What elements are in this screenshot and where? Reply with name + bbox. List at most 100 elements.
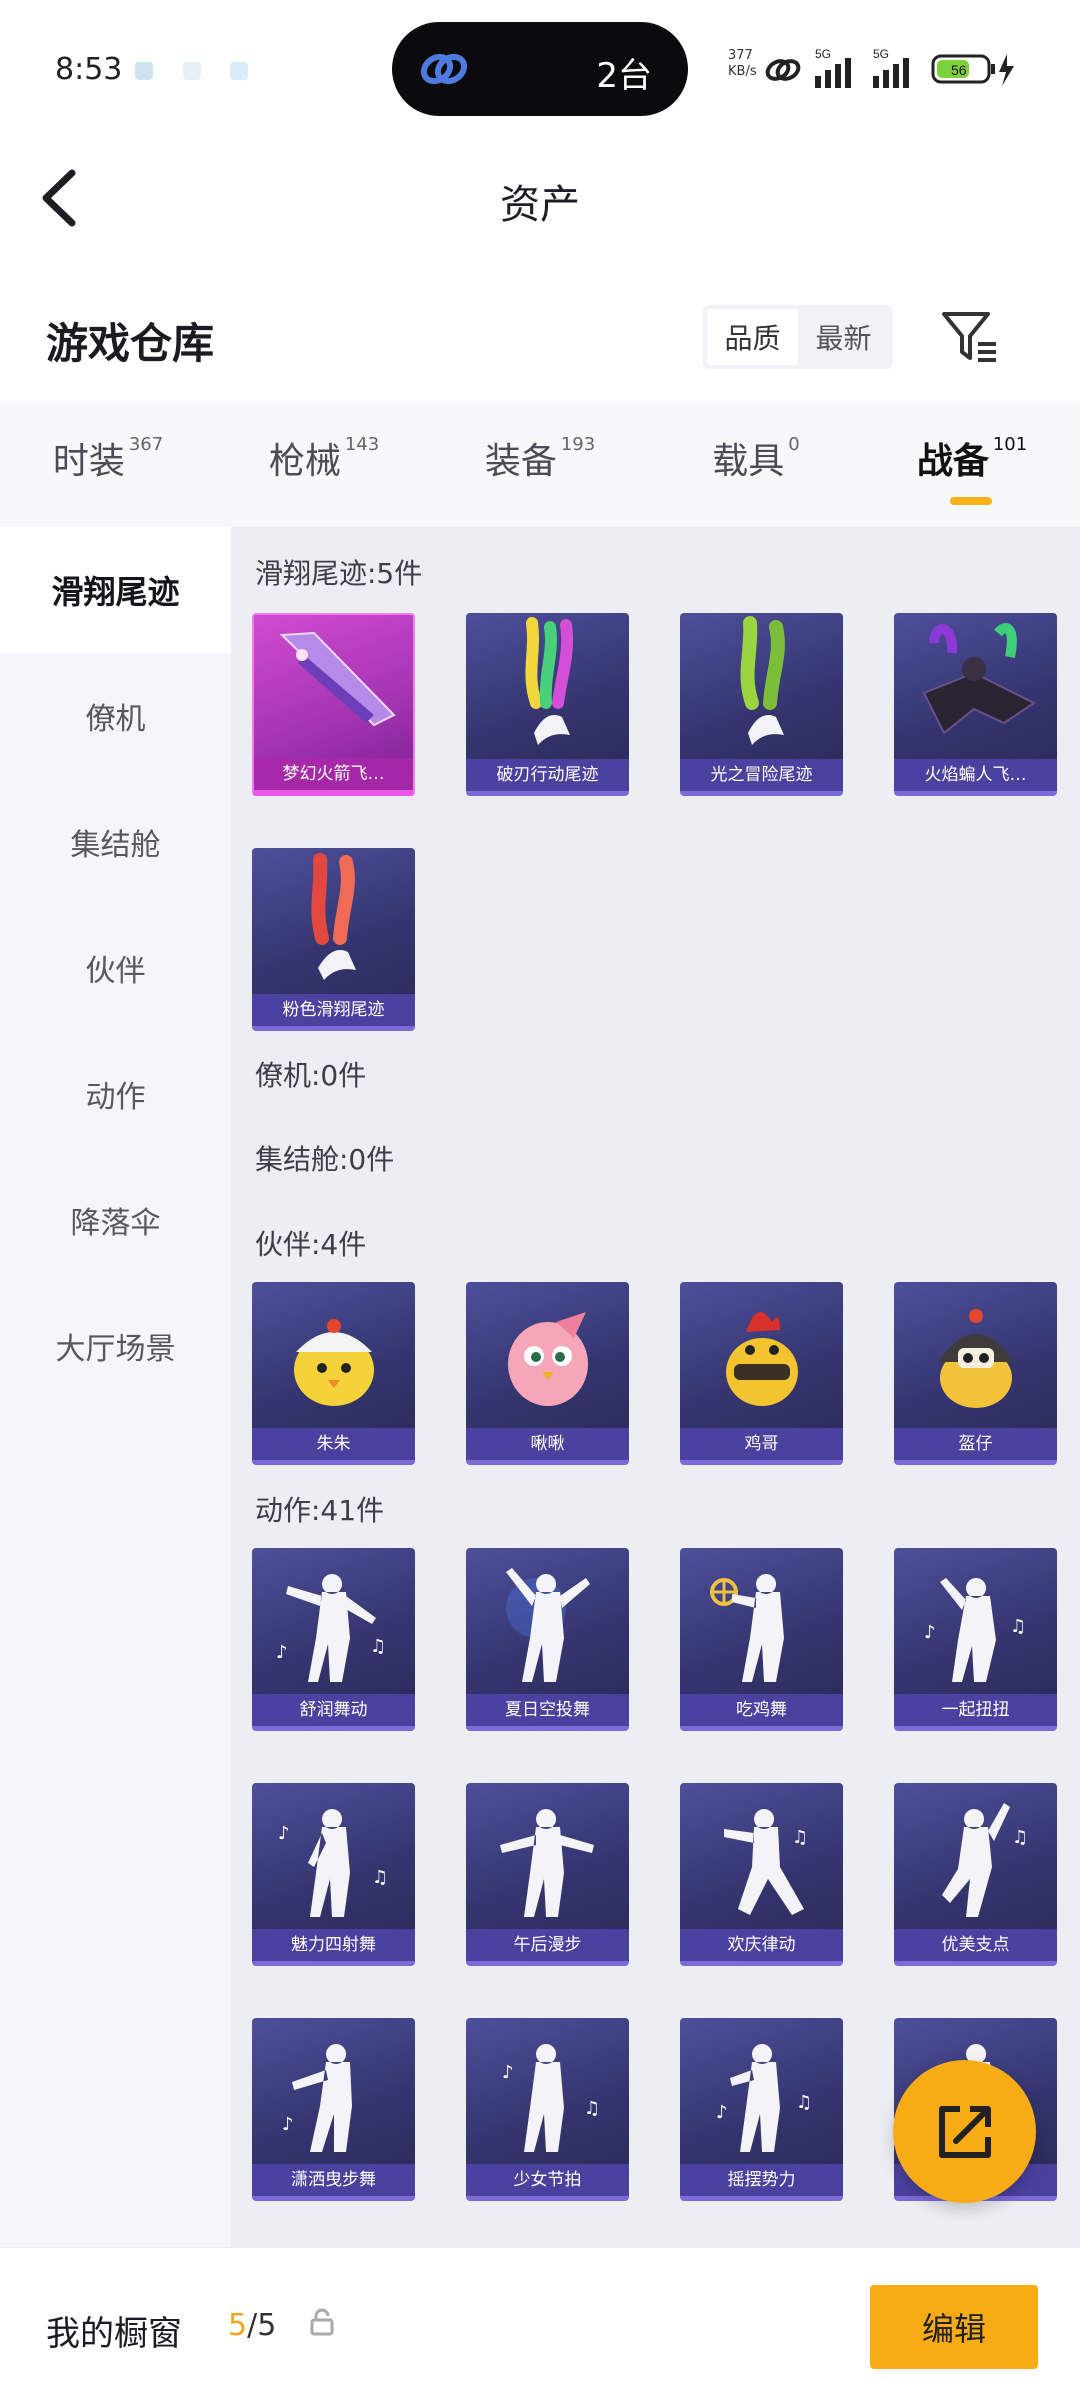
showcase-count-current: 5 xyxy=(228,2308,248,2343)
notification-icon xyxy=(230,62,248,80)
link-icon xyxy=(765,59,801,81)
dancer-icon: ♫ xyxy=(942,1803,1028,1917)
tab-equipment[interactable]: 装备 193 xyxy=(432,402,648,527)
bat-glider-icon xyxy=(922,623,1036,735)
sidebar: 滑翔尾迹 僚机 集结舱 伙伴 动作 降落伞 大厅场景 xyxy=(0,527,231,2247)
tab-fashion[interactable]: 时装 367 xyxy=(0,402,216,527)
sort-quality-button[interactable]: 品质 xyxy=(707,309,798,365)
item-caption: 啾啾 xyxy=(466,1428,629,1460)
dancer-icon xyxy=(710,1574,784,1682)
item-card[interactable]: 光之冒险尾迹 xyxy=(680,613,843,796)
group-title: 动作:41件 xyxy=(255,1494,385,1527)
item-caption: 午后漫步 xyxy=(466,1929,629,1961)
status-bar: 8:53 2台 377 KB/s 5G 5G 56 xyxy=(0,0,1080,135)
item-card[interactable]: ♫ 优美支点 xyxy=(894,1783,1057,1966)
item-card[interactable]: ♪ ♫ 舒润舞动 xyxy=(252,1548,415,1731)
signal-label: 5G xyxy=(815,47,831,61)
group-title: 伙伴:4件 xyxy=(255,1228,367,1261)
battery-icon: 56 xyxy=(931,54,995,84)
item-card[interactable]: ♪ ♫ 摇摆势力 xyxy=(680,2018,843,2201)
dancer-icon: ♪♫ xyxy=(276,1574,386,1682)
sidebar-item-lobby-scene[interactable]: 大厅场景 xyxy=(0,1283,231,1409)
item-card[interactable]: 啾啾 xyxy=(466,1282,629,1465)
item-caption: 火焰蝙人飞… xyxy=(894,759,1057,791)
net-speed: 377 KB/s xyxy=(728,48,762,80)
item-card[interactable]: ♪ ♫ 一起扭扭 xyxy=(894,1548,1057,1731)
svg-text:♪: ♪ xyxy=(716,2102,728,2123)
item-card[interactable]: ♪ 潇洒曳步舞 xyxy=(252,2018,415,2201)
share-button[interactable] xyxy=(893,2060,1036,2203)
svg-text:♪: ♪ xyxy=(276,1642,288,1663)
item-card[interactable]: 破刃行动尾迹 xyxy=(466,613,629,796)
sidebar-item-emote[interactable]: 动作 xyxy=(0,1031,231,1157)
item-card[interactable]: ♪ ♫ 魅力四射舞 xyxy=(252,1783,415,1966)
rocket-glider-icon xyxy=(279,631,396,727)
dynamic-island[interactable]: 2台 xyxy=(392,22,688,116)
signal-icon xyxy=(815,58,851,88)
showcase-label: 我的橱窗 xyxy=(46,2314,182,2354)
item-card[interactable]: 盔仔 xyxy=(894,1282,1057,1465)
item-caption: 朱朱 xyxy=(252,1428,415,1460)
item-card[interactable]: 梦幻火箭飞… xyxy=(252,613,415,796)
notification-icon xyxy=(135,62,153,80)
item-caption: 鸡哥 xyxy=(680,1428,843,1460)
svg-text:56: 56 xyxy=(951,62,967,78)
item-card[interactable]: ♫ 欢庆律动 xyxy=(680,1783,843,1966)
signal-label-2: 5G xyxy=(873,47,889,61)
edit-button[interactable]: 编辑 xyxy=(870,2285,1038,2369)
sidebar-item-glide-trail[interactable]: 滑翔尾迹 xyxy=(0,527,231,653)
group-title: 集结舱:0件 xyxy=(255,1143,395,1176)
tab-vehicles[interactable]: 载具 0 xyxy=(648,402,864,527)
sidebar-item-pod[interactable]: 集结舱 xyxy=(0,779,231,905)
item-caption: 一起扭扭 xyxy=(894,1694,1057,1726)
notification-icon xyxy=(183,62,201,80)
sort-newest-button[interactable]: 最新 xyxy=(798,309,889,365)
net-speed-value: 377 xyxy=(728,48,753,63)
chick-icon xyxy=(294,1319,374,1406)
item-caption: 光之冒险尾迹 xyxy=(680,759,843,791)
svg-text:♫: ♫ xyxy=(1012,1827,1028,1848)
dancer-icon: ♫ xyxy=(724,1809,808,1915)
sidebar-item-parachute[interactable]: 降落伞 xyxy=(0,1157,231,1283)
sidebar-item-wingman[interactable]: 僚机 xyxy=(0,653,231,779)
signal-icon xyxy=(873,58,909,88)
item-card[interactable]: 朱朱 xyxy=(252,1282,415,1465)
svg-text:♫: ♫ xyxy=(1010,1616,1026,1637)
item-caption: 吃鸡舞 xyxy=(680,1694,843,1726)
item-card[interactable]: 鸡哥 xyxy=(680,1282,843,1465)
item-caption: 摇摆势力 xyxy=(680,2164,843,2196)
svg-text:♫: ♫ xyxy=(792,1827,808,1848)
item-caption: 夏日空投舞 xyxy=(466,1694,629,1726)
smoke-trail-icon xyxy=(525,617,574,745)
section-heading: 游戏仓库 xyxy=(46,319,215,368)
dancer-icon: ♪ xyxy=(282,2044,352,2152)
lock-icon xyxy=(310,2308,334,2336)
tab-tactical[interactable]: 战备 101 xyxy=(864,402,1080,527)
group-title: 滑翔尾迹:5件 xyxy=(255,557,423,590)
status-time: 8:53 xyxy=(55,52,123,87)
item-card[interactable]: 夏日空投舞 xyxy=(466,1548,629,1731)
smoke-trail-icon xyxy=(740,616,785,745)
item-card[interactable]: 吃鸡舞 xyxy=(680,1548,843,1731)
tab-count: 193 xyxy=(560,434,596,455)
item-caption: 梦幻火箭飞… xyxy=(254,758,413,790)
tab-label: 战备 xyxy=(916,441,989,482)
filter-icon[interactable] xyxy=(940,308,1000,364)
svg-text:♪: ♪ xyxy=(924,1622,936,1643)
item-card[interactable]: 火焰蝙人飞… xyxy=(894,613,1057,796)
share-icon xyxy=(938,2105,991,2158)
status-icons: 5G 5G 56 xyxy=(765,47,1014,88)
showcase-count: 5/5 xyxy=(228,2308,276,2343)
item-caption: 粉色滑翔尾迹 xyxy=(252,994,415,1026)
tab-label: 时装 xyxy=(52,441,125,482)
item-caption: 少女节拍 xyxy=(466,2164,629,2196)
item-card[interactable]: ♪ ♫ 少女节拍 xyxy=(466,2018,629,2201)
dancer-icon xyxy=(506,1568,590,1682)
item-grid: 滑翔尾迹:5件 梦幻火箭飞… 破刃行动尾迹 光之冒险尾迹 火焰蝙人飞… 粉色滑翔… xyxy=(231,527,1080,2247)
tab-weapons[interactable]: 枪械 143 xyxy=(216,402,432,527)
sidebar-item-partner[interactable]: 伙伴 xyxy=(0,905,231,1031)
item-card[interactable]: 午后漫步 xyxy=(466,1783,629,1966)
svg-text:♫: ♫ xyxy=(370,1636,386,1657)
dancer-icon: ♪♫ xyxy=(502,2044,600,2152)
item-card[interactable]: 粉色滑翔尾迹 xyxy=(252,848,415,1031)
